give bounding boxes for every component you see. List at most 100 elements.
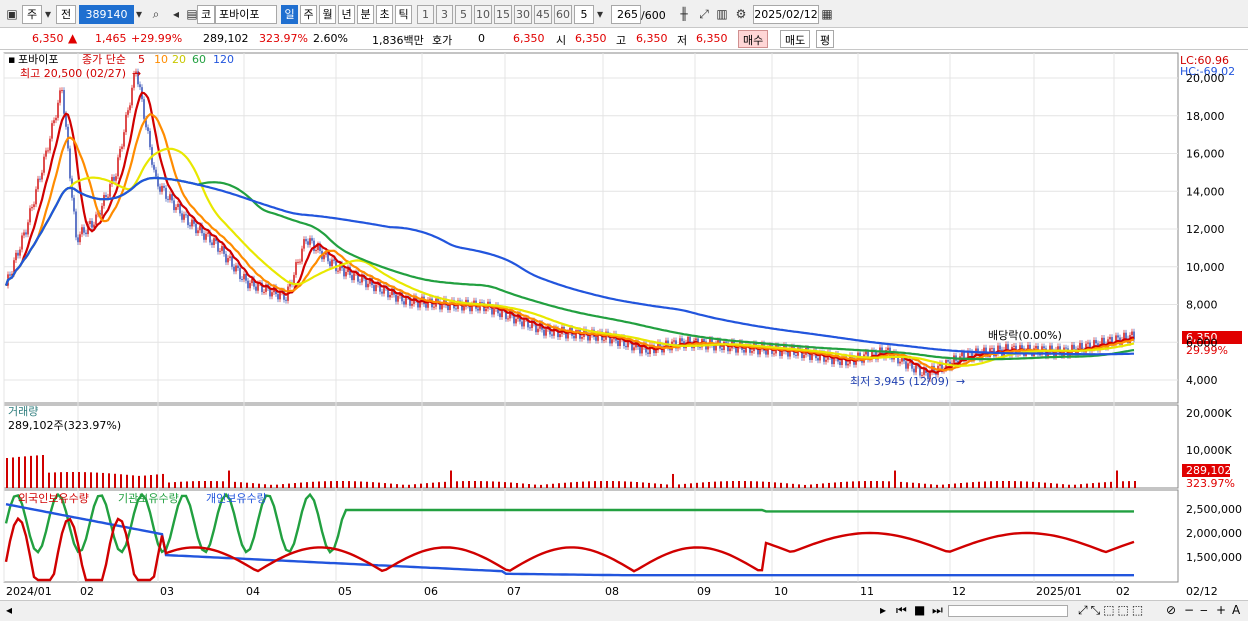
volume-bar [828,482,830,488]
tab-year[interactable]: 년 [338,5,355,24]
candle-body [803,354,805,359]
prev-button[interactable]: 전 [56,5,76,24]
volume-bar [672,473,674,488]
candle-body [231,256,233,267]
interval-3[interactable]: 3 [436,5,453,24]
zoom-icon[interactable]: ⊘ [1166,603,1176,617]
tab-minute[interactable]: 분 [357,5,374,24]
candle-body [313,240,315,251]
candle-icon[interactable]: ╫ [676,5,692,24]
scroll-right-icon[interactable]: ▸ [880,603,886,617]
dash-icon[interactable]: ‒ [1200,603,1208,617]
candle-body [217,241,219,252]
candle-body [247,280,249,289]
calendar-icon[interactable]: ▦ [819,5,835,24]
candle-body [183,214,185,220]
chevron-down-icon[interactable]: ▾ [594,5,606,24]
tab-month[interactable]: 월 [319,5,336,24]
candle-body [375,284,377,292]
candle-body [81,227,83,235]
candle-body [721,348,723,350]
interval-1[interactable]: 1 [417,5,434,24]
buy-button[interactable]: 매수 [738,30,769,48]
volume-bar [1116,470,1118,488]
candle-body [103,195,105,206]
chevron-down-icon[interactable]: ▾ [42,5,54,24]
volume-bar [1104,482,1106,488]
volume-bar [1050,483,1052,488]
volume-bar [222,481,224,488]
count-input[interactable]: 265 [611,5,641,24]
interval-45[interactable]: 45 [534,5,552,24]
candle-body [405,297,407,305]
scroll-track[interactable] [948,605,1068,617]
volume-bar [474,481,476,488]
tab-day[interactable]: 일 [281,5,298,24]
drawing-tools-icon[interactable]: ⤢⤡⬚⬚⬚ [1078,603,1146,618]
interval-10[interactable]: 10 [474,5,492,24]
y-tick-label: 12,000 [1186,223,1225,236]
candle-body [543,329,545,336]
volume-bar [1074,484,1076,488]
tab-week[interactable]: 주 [300,5,317,24]
candle-body [309,238,311,245]
scroll-left-icon[interactable]: ◂ [6,603,12,617]
candle-body [887,347,889,351]
low-arrow-icon: → [956,375,965,388]
candle-body [773,353,775,355]
quote-bar: 6,350 ▲ 1,465 +29.99% 289,102 323.97% 2.… [0,28,1248,50]
x-tick-label: 05 [338,585,352,598]
y-tick-label: 10,000 [1186,261,1225,274]
line-tool-icon[interactable]: ⤢ [696,5,712,24]
candle-body [441,304,443,310]
candle-body [159,186,161,192]
interval-30[interactable]: 30 [514,5,532,24]
volume-bar [534,484,536,488]
tab-tick[interactable]: 틱 [395,5,412,24]
speaker-icon[interactable]: ◂ [168,5,184,24]
interval-select[interactable]: 5 [574,5,594,24]
chevron-down-icon[interactable]: ▾ [133,5,145,24]
stop-icon[interactable]: ■ [914,603,925,617]
code-input[interactable]: 389140 [79,5,134,24]
volume-bar [432,482,434,488]
gear-icon[interactable]: ⚙ [733,5,749,24]
volume-bar [240,482,242,488]
date-input[interactable]: 2025/02/12 [753,5,819,24]
volume-bar [720,481,722,488]
avg-button[interactable]: 평 [816,30,835,48]
save-icon[interactable]: ▥ [714,5,730,24]
interval-5[interactable]: 5 [455,5,472,24]
rewind-icon[interactable]: ⏮ [896,603,907,618]
volume-bar [324,481,326,488]
minus-icon[interactable]: − [1184,603,1194,617]
candle-body [499,313,501,318]
market-select[interactable]: 주 [22,5,42,24]
volume-bar [84,472,86,488]
candle-body [123,132,125,147]
candle-body [619,339,621,347]
chart-area[interactable]: 6,350 29.99% 289,102 323.97% LC:60.96 HC… [0,50,1248,600]
volume-bar [48,472,50,488]
window-icon[interactable]: ▣ [4,5,20,24]
text-tool-icon[interactable]: A [1232,603,1240,617]
interval-15[interactable]: 15 [494,5,512,24]
candle-body [907,363,909,369]
forward-icon[interactable]: ⏭ [932,603,943,618]
volume-bar [540,484,542,488]
interval-60[interactable]: 60 [554,5,572,24]
volume-bar [408,484,410,488]
volume-bar [642,482,644,488]
volume-bar [54,472,56,488]
plus-icon[interactable]: + [1216,603,1226,617]
candle-body [345,271,347,277]
candle-body [189,225,191,227]
tab-second[interactable]: 초 [376,5,393,24]
volume-bar [1092,483,1094,488]
search-icon[interactable]: ⌕ [148,5,164,24]
volume-bar [102,472,104,488]
candle-body [61,90,63,92]
candle-body [129,105,131,111]
sell-button[interactable]: 매도 [780,30,811,48]
candle-body [117,157,119,177]
